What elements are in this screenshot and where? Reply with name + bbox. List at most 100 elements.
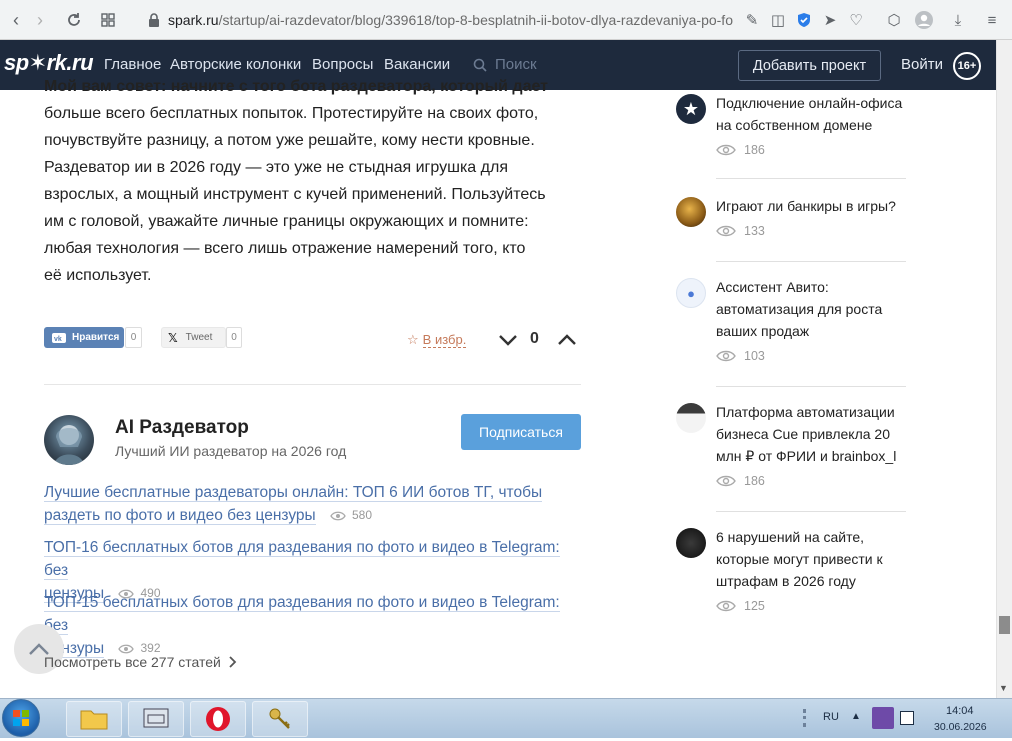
address-bar[interactable]: spark.ru/startup/ai-razdevator/blog/3396… <box>148 6 733 34</box>
nav-home[interactable]: Главное <box>104 56 161 73</box>
login-link[interactable]: Войти <box>901 56 943 73</box>
sidebar-article-title[interactable]: Ассистент Авито: автоматизация для роста… <box>716 276 911 342</box>
sidebar-divider <box>716 261 906 262</box>
see-all-articles-link[interactable]: Посмотреть все 277 статей <box>44 654 237 670</box>
vote-down-icon[interactable] <box>497 330 519 350</box>
favorite-label: В избр. <box>422 332 467 348</box>
vote-up-icon[interactable] <box>556 330 578 350</box>
views-count: 186 <box>744 143 765 157</box>
profile-icon[interactable] <box>914 10 934 30</box>
site-search[interactable]: Поиск <box>473 56 537 73</box>
os-taskbar: RU ▲ 14:04 30.06.2026 <box>0 698 1012 738</box>
opera-icon <box>206 707 230 731</box>
eye-icon <box>716 600 736 612</box>
tray-network-icon[interactable] <box>900 711 914 725</box>
tray-pen-icon[interactable] <box>872 707 894 729</box>
sidebar-article-thumb <box>676 528 706 558</box>
favorite-button[interactable]: ☆ В избр. <box>407 332 467 348</box>
shield-icon[interactable] <box>794 10 814 30</box>
star-icon: ☆ <box>407 332 419 347</box>
add-project-button[interactable]: Добавить проект <box>738 50 881 81</box>
related-article-title[interactable]: ТОП-16 бесплатных ботов для раздевания п… <box>44 539 560 580</box>
chevron-right-icon <box>229 656 237 668</box>
article-line: им с головой, уважайте личные границы ок… <box>44 213 529 230</box>
taskbar-keys-app[interactable] <box>252 701 308 737</box>
send-icon[interactable]: ➤ <box>820 10 840 30</box>
nav-vacancies[interactable]: Вакансии <box>384 56 450 73</box>
start-button[interactable] <box>2 699 40 737</box>
camera-icon[interactable]: ◫ <box>768 10 788 30</box>
windows-logo-icon <box>13 710 29 726</box>
sidebar-article-views: 186 <box>716 143 765 157</box>
sidebar-article-thumb <box>676 403 706 433</box>
sidebar-article-thumb: ● <box>676 278 706 308</box>
sidebar-article-thumb: ★ <box>676 94 706 124</box>
views-count: 103 <box>744 349 765 363</box>
sidebar-article-views: 125 <box>716 599 765 613</box>
sidebar-divider <box>716 178 906 179</box>
tray-language[interactable]: RU <box>823 711 839 723</box>
vote-count: 0 <box>530 330 539 347</box>
search-icon <box>473 58 487 72</box>
browser-toolbar: ‹ › spark.ru/startup/ai-razdevator/blog/… <box>0 0 1012 40</box>
related-article-title[interactable]: раздеть по фото и видео без цензуры <box>44 507 316 525</box>
sidebar-article-views: 186 <box>716 474 765 488</box>
views-count: 186 <box>744 474 765 488</box>
nav-columns[interactable]: Авторские колонки <box>170 56 301 73</box>
x-icon: 𝕏 <box>168 330 178 345</box>
back-icon[interactable]: ‹ <box>4 8 28 32</box>
window-app-icon <box>143 708 169 728</box>
section-divider <box>44 384 581 385</box>
see-all-label: Посмотреть все 277 статей <box>44 654 221 670</box>
author-name[interactable]: AI Раздеватор <box>115 417 249 439</box>
related-article-title[interactable]: Лучшие бесплатные раздеваторы онлайн: ТО… <box>44 484 543 502</box>
menu-icon[interactable]: ≡ <box>982 10 1002 30</box>
heart-icon[interactable]: ♡ <box>846 10 866 30</box>
related-article-views: 580 <box>330 504 372 527</box>
sidebar-divider <box>716 386 906 387</box>
eye-icon <box>716 475 736 487</box>
apps-grid-icon[interactable] <box>96 8 120 32</box>
search-placeholder: Поиск <box>495 56 537 73</box>
nav-questions[interactable]: Вопросы <box>312 56 373 73</box>
sidebar-article-title[interactable]: 6 нарушений на сайте, которые могут прив… <box>716 526 911 592</box>
subscribe-button[interactable]: Подписаться <box>461 414 581 450</box>
scroll-down-arrow-icon[interactable]: ▼ <box>999 683 1008 693</box>
author-subtitle: Лучший ИИ раздеватор на 2026 год <box>115 443 347 459</box>
page-scrollbar[interactable] <box>996 40 1012 698</box>
clock-time[interactable]: 14:04 <box>946 705 974 717</box>
related-article[interactable]: Лучшие бесплатные раздеваторы онлайн: ТО… <box>44 481 584 527</box>
taskbar-explorer[interactable] <box>66 701 122 737</box>
sidebar-article-title[interactable]: Играют ли банкиры в игры? <box>716 195 911 217</box>
eye-icon <box>118 644 135 654</box>
related-article-title[interactable]: ТОП-15 бесплатных ботов для раздевания п… <box>44 594 560 635</box>
vk-like-count: 0 <box>125 327 142 348</box>
forward-icon[interactable]: › <box>28 8 52 32</box>
eye-icon <box>716 225 736 237</box>
taskbar-app-window[interactable] <box>128 701 184 737</box>
tweet-count: 0 <box>226 327 242 348</box>
age-badge: 16+ <box>953 52 981 80</box>
download-icon[interactable]: ⤓ <box>948 10 968 30</box>
edit-icon[interactable]: ✎ <box>742 10 762 30</box>
article-line: Мой вам совет: начните с того бота разде… <box>44 78 548 95</box>
author-avatar[interactable] <box>44 415 94 465</box>
sidebar-article-title[interactable]: Подключение онлайн-офиса на собственном … <box>716 92 911 136</box>
clock-date[interactable]: 30.06.2026 <box>934 721 987 733</box>
related-article[interactable]: ТОП-15 бесплатных ботов для раздевания п… <box>44 591 584 660</box>
tweet-button[interactable]: 𝕏 Tweet <box>161 327 226 348</box>
scrollbar-thumb[interactable] <box>999 616 1010 634</box>
vk-like-button[interactable]: vk Нравится <box>44 327 124 348</box>
tray-expand-icon[interactable]: ▲ <box>851 711 861 722</box>
eye-icon <box>330 511 346 521</box>
reload-icon[interactable] <box>62 8 86 32</box>
url-domain: spark.ru <box>168 12 219 28</box>
article-line: её использует. <box>44 267 152 284</box>
star-icon: ★ <box>682 98 700 119</box>
eye-icon <box>716 144 736 156</box>
article-line: почувствуйте разницу, а потом уже решайт… <box>44 132 535 149</box>
cube-icon[interactable]: ⬡ <box>884 10 904 30</box>
sidebar-article-title[interactable]: Платформа автоматизации бизнеса Cue прив… <box>716 401 911 467</box>
taskbar-opera[interactable] <box>190 701 246 737</box>
sidebar-article-thumb <box>676 197 706 227</box>
